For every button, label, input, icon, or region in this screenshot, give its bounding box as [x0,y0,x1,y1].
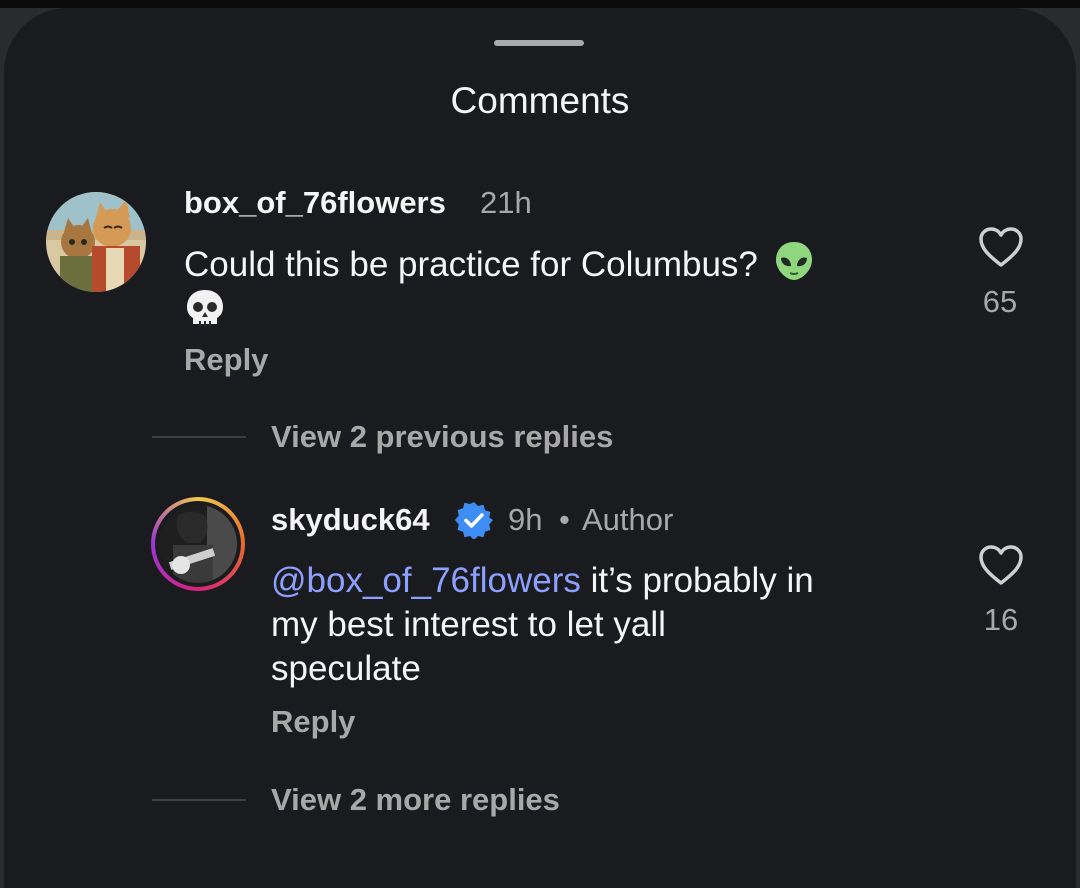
like-heart-icon[interactable] [978,226,1024,273]
reply-text-line-1: @box_of_76flowers it’s probably in [271,559,814,603]
comment-username[interactable]: box_of_76flowers [184,185,446,221]
reply-text-line-2: my best interest to let yall [271,605,666,644]
reply-text-part: it’s probably in [580,561,814,600]
mention-link[interactable]: @box_of_76flowers [271,561,581,600]
thread-line [152,436,246,438]
verified-badge-icon [455,501,493,544]
sheet-title: Comments [450,80,630,121]
avatar[interactable] [151,497,245,591]
thread-line [152,799,246,801]
meta-separator: • [559,502,570,537]
like-heart-icon[interactable] [978,544,1024,591]
avatar[interactable] [46,192,146,292]
like-count: 16 [983,602,1019,637]
alien-emoji [774,240,814,293]
comment-time: 21h [480,185,532,220]
reply-username[interactable]: skyduck64 [271,502,430,538]
like-count: 65 [982,284,1018,319]
reply-button[interactable]: Reply [271,704,355,740]
sheet-drag-handle[interactable] [494,40,584,46]
reply-button[interactable]: Reply [184,342,268,378]
reply-time: 9h [508,502,543,537]
author-label: Author [582,502,674,537]
view-more-replies-button[interactable]: View 2 more replies [271,782,560,818]
comment-text-content: Could this be practice for Columbus? [184,244,758,284]
comment-text: Could this be practice for Columbus? [184,240,814,293]
reply-text-line-3: speculate [271,649,421,688]
skull-emoji [184,288,226,335]
avatar-cats-image [46,192,146,292]
view-previous-replies-button[interactable]: View 2 previous replies [271,419,613,455]
status-bar-edge [0,0,1080,8]
avatar-guitarist-image [159,505,237,583]
